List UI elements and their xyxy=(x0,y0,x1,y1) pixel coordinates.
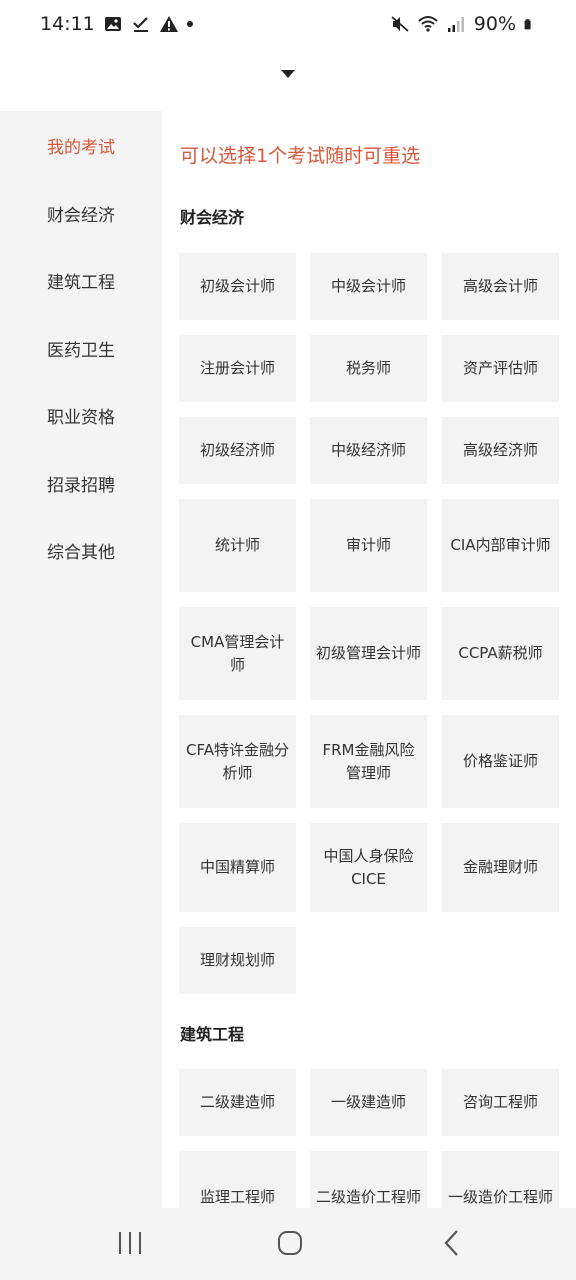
exam-card[interactable]: 中国精算师 xyxy=(179,823,296,912)
exam-card[interactable]: CMA管理会计师 xyxy=(179,607,296,700)
warning-icon xyxy=(159,16,178,32)
status-bar: 14:11 90% xyxy=(0,0,576,48)
image-icon xyxy=(104,17,121,31)
exam-card[interactable]: 审计师 xyxy=(310,499,427,592)
exam-card[interactable]: 二级造价工程师 xyxy=(310,1151,427,1208)
battery-percent: 90% xyxy=(473,13,516,35)
exam-card[interactable]: CCPA薪税师 xyxy=(442,607,559,700)
exam-card[interactable]: 初级经济师 xyxy=(179,417,296,484)
sidebar-item-label: 医药卫生 xyxy=(47,340,115,361)
exam-card[interactable]: 咨询工程师 xyxy=(442,1069,559,1136)
recent-apps-icon[interactable] xyxy=(110,1228,150,1258)
sidebar-item-finance-economics[interactable]: 财会经济 xyxy=(0,179,162,247)
section-title: 财会经济 xyxy=(180,208,245,227)
wifi-icon xyxy=(418,16,438,32)
sidebar-item-label: 我的考试 xyxy=(47,137,115,158)
exam-card[interactable]: CFA特许金融分析师 xyxy=(179,715,296,808)
sidebar-item-label: 职业资格 xyxy=(47,407,115,428)
sidebar-item-label: 综合其他 xyxy=(47,542,115,563)
exam-card[interactable]: CIA内部审计师 xyxy=(442,499,559,592)
selection-hint: 可以选择1个考试随时可重选 xyxy=(180,145,421,167)
exam-card[interactable]: 一级建造师 xyxy=(310,1069,427,1136)
caret-down-icon[interactable] xyxy=(281,70,295,78)
signal-icon xyxy=(447,17,464,32)
sidebar-item-vocational[interactable]: 职业资格 xyxy=(0,381,162,449)
exam-card[interactable]: 高级会计师 xyxy=(442,253,559,320)
section-title: 建筑工程 xyxy=(180,1025,245,1044)
exam-card[interactable]: 理财规划师 xyxy=(179,927,296,994)
home-icon[interactable] xyxy=(270,1228,310,1258)
back-icon[interactable] xyxy=(432,1228,472,1258)
exam-card[interactable]: 税务师 xyxy=(310,335,427,402)
sidebar-item-label: 财会经济 xyxy=(47,205,115,226)
status-right: 90% xyxy=(390,13,536,35)
exam-card[interactable]: 一级造价工程师 xyxy=(442,1151,559,1208)
notification-dot-icon xyxy=(186,21,193,27)
status-left: 14:11 xyxy=(40,13,193,35)
exam-card[interactable]: 二级建造师 xyxy=(179,1069,296,1136)
category-sidebar: 我的考试 财会经济 建筑工程 医药卫生 职业资格 招录招聘 综合其他 xyxy=(0,111,162,1208)
exam-card[interactable]: 高级经济师 xyxy=(442,417,559,484)
exam-card[interactable]: 价格鉴证师 xyxy=(442,715,559,808)
exam-card[interactable]: 统计师 xyxy=(179,499,296,592)
exam-card[interactable]: 注册会计师 xyxy=(179,335,296,402)
exam-card[interactable]: 监理工程师 xyxy=(179,1151,296,1208)
exam-card[interactable]: 初级会计师 xyxy=(179,253,296,320)
status-time: 14:11 xyxy=(40,13,95,35)
battery-icon xyxy=(524,19,531,30)
exam-list-panel[interactable]: 可以选择1个考试随时可重选 财会经济 初级会计师 中级会计师 高级会计师 注册会… xyxy=(162,111,576,1208)
sidebar-item-recruitment[interactable]: 招录招聘 xyxy=(0,449,162,517)
exam-selector-header[interactable] xyxy=(0,48,576,111)
exam-card[interactable]: 中国人身保险CICE xyxy=(310,823,427,912)
system-nav-bar xyxy=(0,1208,576,1280)
sidebar-item-label: 建筑工程 xyxy=(47,272,115,293)
sidebar-item-other[interactable]: 综合其他 xyxy=(0,516,162,584)
sidebar-item-medical[interactable]: 医药卫生 xyxy=(0,314,162,382)
sidebar-item-construction[interactable]: 建筑工程 xyxy=(0,246,162,314)
checklist-icon xyxy=(132,17,148,32)
exam-card[interactable]: FRM金融风险管理师 xyxy=(310,715,427,808)
exam-card[interactable]: 初级管理会计师 xyxy=(310,607,427,700)
exam-card[interactable]: 中级经济师 xyxy=(310,417,427,484)
exam-card[interactable]: 中级会计师 xyxy=(310,253,427,320)
sidebar-item-label: 招录招聘 xyxy=(47,475,115,496)
mute-icon xyxy=(391,16,409,32)
sidebar-item-my-exams[interactable]: 我的考试 xyxy=(0,111,162,179)
exam-card[interactable]: 金融理财师 xyxy=(442,823,559,912)
exam-card[interactable]: 资产评估师 xyxy=(442,335,559,402)
